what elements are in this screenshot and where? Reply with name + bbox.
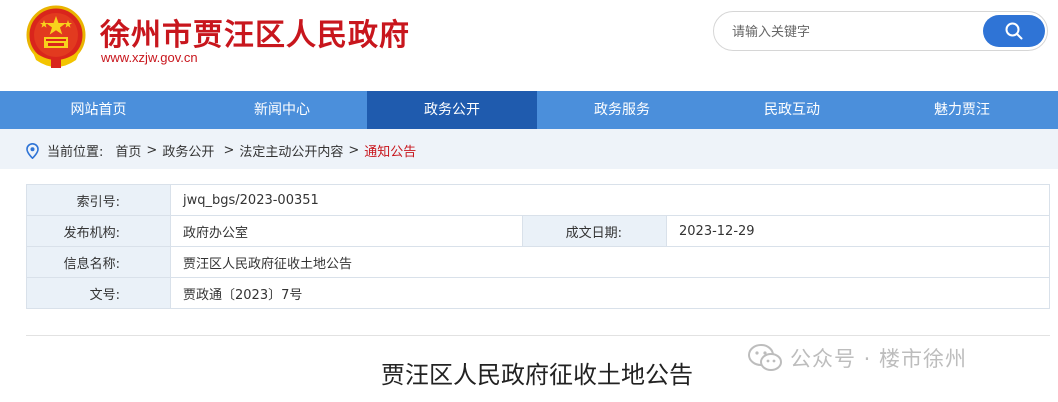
search-icon [1005, 22, 1023, 40]
site-header: 徐州市贾汪区人民政府 www.xzjw.gov.cn [0, 0, 1058, 91]
nav-item-government-affairs[interactable]: 政务公开 [367, 91, 537, 129]
divider [26, 335, 1050, 336]
breadcrumb-government-affairs[interactable]: 政务公开 [162, 141, 214, 160]
doc-number-label: 文号: [26, 277, 171, 309]
nav-item-news[interactable]: 新闻中心 [197, 91, 367, 129]
breadcrumb-separator: > [146, 143, 158, 158]
table-row: 信息名称: 贾汪区人民政府征收土地公告 [26, 246, 1050, 278]
nav-item-home[interactable]: 网站首页 [0, 91, 197, 129]
index-value: jwq_bgs/2023-00351 [170, 184, 1050, 216]
date-value: 2023-12-29 [666, 215, 1050, 247]
breadcrumb-home[interactable]: 首页 [115, 141, 141, 160]
breadcrumb-bar: 当前位置: 首页 > 政务公开 > 法定主动公开内容 > 通知公告 [0, 129, 1058, 169]
search-button[interactable] [983, 15, 1045, 47]
info-name-label: 信息名称: [26, 246, 171, 278]
date-label: 成文日期: [522, 215, 667, 247]
publisher-value: 政府办公室 [170, 215, 523, 247]
doc-number-value: 贾政通〔2023〕7号 [170, 277, 1050, 309]
location-pin-icon [26, 142, 39, 159]
breadcrumb-statutory-content[interactable]: 法定主动公开内容 [239, 141, 343, 160]
breadcrumb: 当前位置: 首页 > 政务公开 > 法定主动公开内容 > 通知公告 [26, 141, 416, 160]
nav-item-charm-jiawang[interactable]: 魅力贾汪 [877, 91, 1047, 129]
table-row: 发布机构: 政府办公室 成文日期: 2023-12-29 [26, 215, 1050, 247]
breadcrumb-prefix: 当前位置: [47, 145, 104, 160]
nav-item-interaction[interactable]: 民政互动 [707, 91, 877, 129]
index-label: 索引号: [26, 184, 171, 216]
national-emblem-icon [26, 5, 86, 68]
breadcrumb-notices[interactable]: 通知公告 [364, 141, 416, 160]
wechat-icon [748, 344, 782, 371]
table-row: 索引号: jwq_bgs/2023-00351 [26, 184, 1050, 216]
main-nav: 网站首页 新闻中心 政务公开 政务服务 民政互动 魅力贾汪 [0, 91, 1058, 129]
document-info-table: 索引号: jwq_bgs/2023-00351 发布机构: 政府办公室 成文日期… [26, 184, 1050, 309]
breadcrumb-separator: > [219, 143, 235, 158]
search-input[interactable] [732, 21, 972, 43]
site-url: www.xzjw.gov.cn [101, 50, 198, 65]
info-name-value: 贾汪区人民政府征收土地公告 [170, 246, 1050, 278]
watermark: 公众号 · 楼市徐州 [748, 343, 967, 373]
table-row: 文号: 贾政通〔2023〕7号 [26, 277, 1050, 309]
publisher-label: 发布机构: [26, 215, 171, 247]
site-title: 徐州市贾汪区人民政府 [100, 18, 410, 53]
breadcrumb-separator: > [348, 143, 360, 158]
watermark-text: 公众号 · 楼市徐州 [790, 347, 968, 371]
search-box [713, 11, 1048, 51]
nav-item-services[interactable]: 政务服务 [537, 91, 707, 129]
